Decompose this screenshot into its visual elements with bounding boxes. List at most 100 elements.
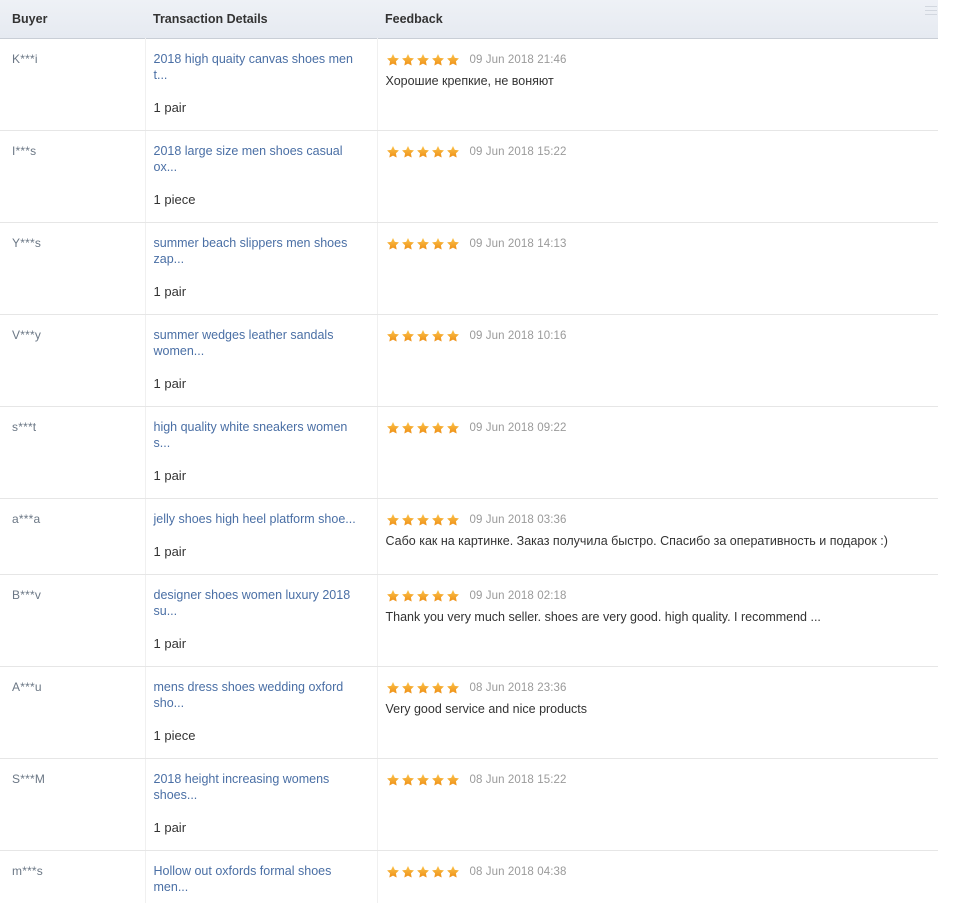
- column-header-feedback: Feedback: [385, 12, 443, 26]
- cell-buyer: m***s: [0, 850, 146, 903]
- star-icon: [431, 589, 445, 603]
- buyer-name: A***u: [12, 680, 42, 694]
- rating-stars: [386, 589, 460, 603]
- quantity-label: 1 piece: [153, 192, 196, 207]
- cell-feedback: 09 Jun 2018 10:16: [377, 314, 938, 407]
- product-title-link[interactable]: summer beach slippers men shoes zap...: [154, 235, 366, 267]
- star-icon: [446, 865, 460, 879]
- rating-stars: [386, 865, 460, 879]
- feedback-header: 09 Jun 2018 15:22: [386, 143, 938, 160]
- feedback-header: 09 Jun 2018 21:46: [386, 51, 938, 68]
- cell-transaction-details: jelly shoes high heel platform shoe... 1 …: [145, 498, 378, 575]
- star-icon: [401, 773, 415, 787]
- star-icon: [386, 589, 400, 603]
- buyer-name: K***i: [12, 52, 38, 66]
- product-title-link[interactable]: Hollow out oxfords formal shoes men...: [154, 863, 366, 895]
- cell-buyer: I***s: [0, 130, 146, 223]
- cell-buyer: s***t: [0, 406, 146, 499]
- star-icon: [446, 589, 460, 603]
- star-icon: [401, 681, 415, 695]
- cell-transaction-details: summer beach slippers men shoes zap... 1 …: [145, 222, 378, 315]
- cell-feedback: 09 Jun 2018 21:46 Хорошие крепкие, не вон…: [377, 38, 938, 131]
- product-title-link[interactable]: 2018 height increasing womens shoes...: [154, 771, 366, 803]
- star-icon: [431, 237, 445, 251]
- rating-stars: [386, 329, 460, 343]
- feedback-date: 09 Jun 2018 14:13: [469, 237, 567, 250]
- feedback-comment: Very good service and nice products: [385, 702, 588, 716]
- table-row: I***s 2018 large size men shoes casual ox…: [0, 130, 938, 223]
- rating-stars: [386, 145, 460, 159]
- buyer-name: S***M: [12, 772, 46, 786]
- star-icon: [446, 773, 460, 787]
- star-icon: [431, 145, 445, 159]
- rating-stars: [386, 773, 460, 787]
- star-icon: [416, 421, 430, 435]
- column-header-transaction-details: Transaction Details: [153, 12, 268, 26]
- buyer-name: I***s: [12, 144, 37, 158]
- table-row: B***v designer shoes women luxury 2018 su…: [0, 574, 938, 667]
- product-title-link[interactable]: summer wedges leather sandals women...: [154, 327, 366, 359]
- cell-feedback: 09 Jun 2018 15:22: [377, 130, 938, 223]
- star-icon: [416, 865, 430, 879]
- cell-buyer: B***v: [0, 574, 146, 667]
- feedback-date: 08 Jun 2018 23:36: [469, 681, 567, 694]
- product-title-link[interactable]: high quality white sneakers women s...: [154, 419, 366, 451]
- star-icon: [431, 513, 445, 527]
- star-icon: [401, 865, 415, 879]
- quantity-label: 1 pair: [153, 636, 187, 651]
- cell-transaction-details: 2018 high quaity canvas shoes men t... 1 …: [145, 38, 378, 131]
- product-title-link[interactable]: designer shoes women luxury 2018 su...: [154, 587, 366, 619]
- product-title-link[interactable]: 2018 high quaity canvas shoes men t...: [154, 51, 366, 83]
- star-icon: [401, 513, 415, 527]
- table-row: S***M 2018 height increasing womens shoes…: [0, 758, 938, 851]
- star-icon: [401, 237, 415, 251]
- table-row: a***a jelly shoes high heel platform shoe…: [0, 498, 938, 575]
- star-icon: [386, 237, 400, 251]
- feedback-page: Buyer Transaction Details Feedback K***i…: [0, 0, 967, 903]
- feedback-header: 09 Jun 2018 14:13: [386, 235, 938, 252]
- quantity-label: 1 pair: [153, 284, 187, 299]
- feedback-date: 09 Jun 2018 03:36: [469, 513, 567, 526]
- cell-buyer: Y***s: [0, 222, 146, 315]
- star-icon: [416, 53, 430, 67]
- cell-buyer: V***y: [0, 314, 146, 407]
- star-icon: [386, 513, 400, 527]
- cell-buyer: S***M: [0, 758, 146, 851]
- star-icon: [401, 329, 415, 343]
- header-scroll-ticks-icon: [925, 6, 937, 28]
- cell-buyer: A***u: [0, 666, 146, 759]
- buyer-name: V***y: [12, 328, 42, 342]
- feedback-date: 09 Jun 2018 02:18: [469, 589, 567, 602]
- quantity-label: 1 pair: [153, 100, 187, 115]
- table-row: Y***s summer beach slippers men shoes zap…: [0, 222, 938, 315]
- star-icon: [386, 53, 400, 67]
- buyer-name: Y***s: [12, 236, 42, 250]
- feedback-header: 09 Jun 2018 09:22: [386, 419, 938, 436]
- cell-transaction-details: summer wedges leather sandals women... 1 …: [145, 314, 378, 407]
- star-icon: [431, 421, 445, 435]
- table-row: m***s Hollow out oxfords formal shoes men…: [0, 850, 938, 903]
- cell-feedback: 09 Jun 2018 09:22: [377, 406, 938, 499]
- feedback-header: 08 Jun 2018 15:22: [386, 771, 938, 788]
- star-icon: [446, 145, 460, 159]
- cell-transaction-details: designer shoes women luxury 2018 su... 1 …: [145, 574, 378, 667]
- star-icon: [416, 513, 430, 527]
- quantity-label: 1 pair: [153, 468, 187, 483]
- cell-buyer: a***a: [0, 498, 146, 575]
- feedback-date: 08 Jun 2018 04:38: [469, 865, 567, 878]
- feedback-comment: Сабо как на картинке. Заказ получила быс…: [385, 534, 888, 548]
- product-title-link[interactable]: jelly shoes high heel platform shoe...: [154, 511, 366, 527]
- star-icon: [431, 329, 445, 343]
- table-row: A***u mens dress shoes wedding oxford sho…: [0, 666, 938, 759]
- star-icon: [416, 145, 430, 159]
- star-icon: [431, 865, 445, 879]
- cell-feedback: 09 Jun 2018 14:13: [377, 222, 938, 315]
- feedback-date: 09 Jun 2018 21:46: [469, 53, 567, 66]
- rating-stars: [386, 513, 460, 527]
- product-title-link[interactable]: 2018 large size men shoes casual ox...: [154, 143, 366, 175]
- quantity-label: 1 pair: [153, 820, 187, 835]
- feedback-comment: Thank you very much seller. shoes are ve…: [385, 610, 821, 624]
- star-icon: [431, 53, 445, 67]
- cell-transaction-details: 2018 height increasing womens shoes... 1 …: [145, 758, 378, 851]
- product-title-link[interactable]: mens dress shoes wedding oxford sho...: [154, 679, 366, 711]
